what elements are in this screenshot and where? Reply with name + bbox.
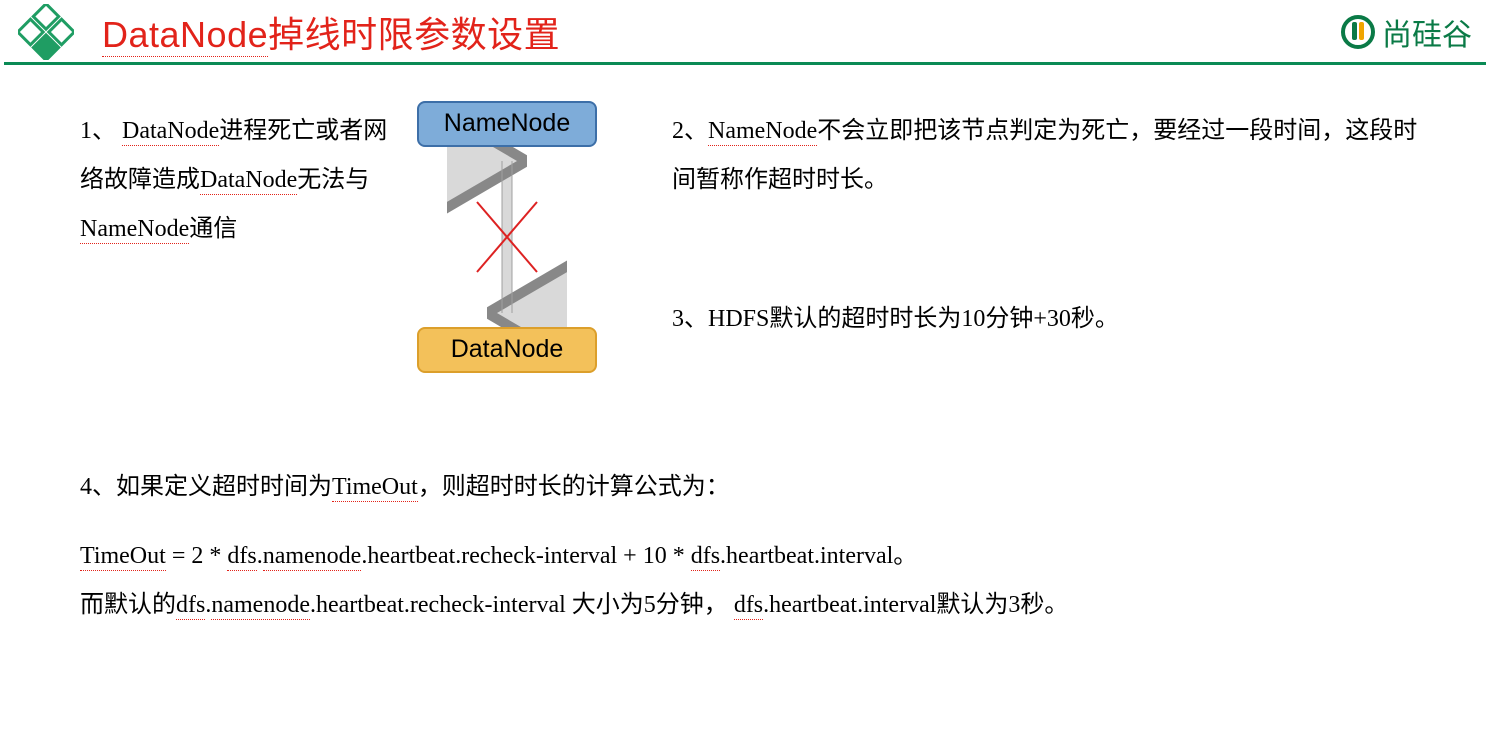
formula-text: TimeOut = 2 * dfs.namenode.heartbeat.rec… bbox=[80, 532, 1430, 581]
namenode-box: NameNode bbox=[417, 101, 597, 147]
datanode-box: DataNode bbox=[417, 327, 597, 373]
defaults-text: 而默认的dfs.namenode.heartbeat.recheck-inter… bbox=[80, 581, 1430, 630]
brand-text: 尚硅谷 bbox=[1382, 10, 1472, 54]
diamond-logo-icon bbox=[18, 4, 74, 60]
page-title: DataNode掉线时限参数设置 bbox=[102, 6, 560, 59]
brand-icon bbox=[1340, 14, 1376, 50]
point-4: 4、如果定义超时时间为TimeOut，则超时时长的计算公式为： bbox=[80, 463, 1430, 512]
point-1: 1、 DataNode进程死亡或者网络故障造成DataNode无法与NameNo… bbox=[80, 107, 392, 255]
point-3: 3、HDFS默认的超时时长为10分钟+30秒。 bbox=[672, 295, 1430, 344]
brand-logo: 尚硅谷 bbox=[1340, 10, 1472, 54]
point-2: 2、NameNode不会立即把该节点判定为死亡，要经过一段时间，这段时间暂称作超… bbox=[672, 107, 1430, 205]
diagram: NameNode bbox=[392, 101, 622, 373]
double-arrow-icon bbox=[447, 147, 567, 327]
